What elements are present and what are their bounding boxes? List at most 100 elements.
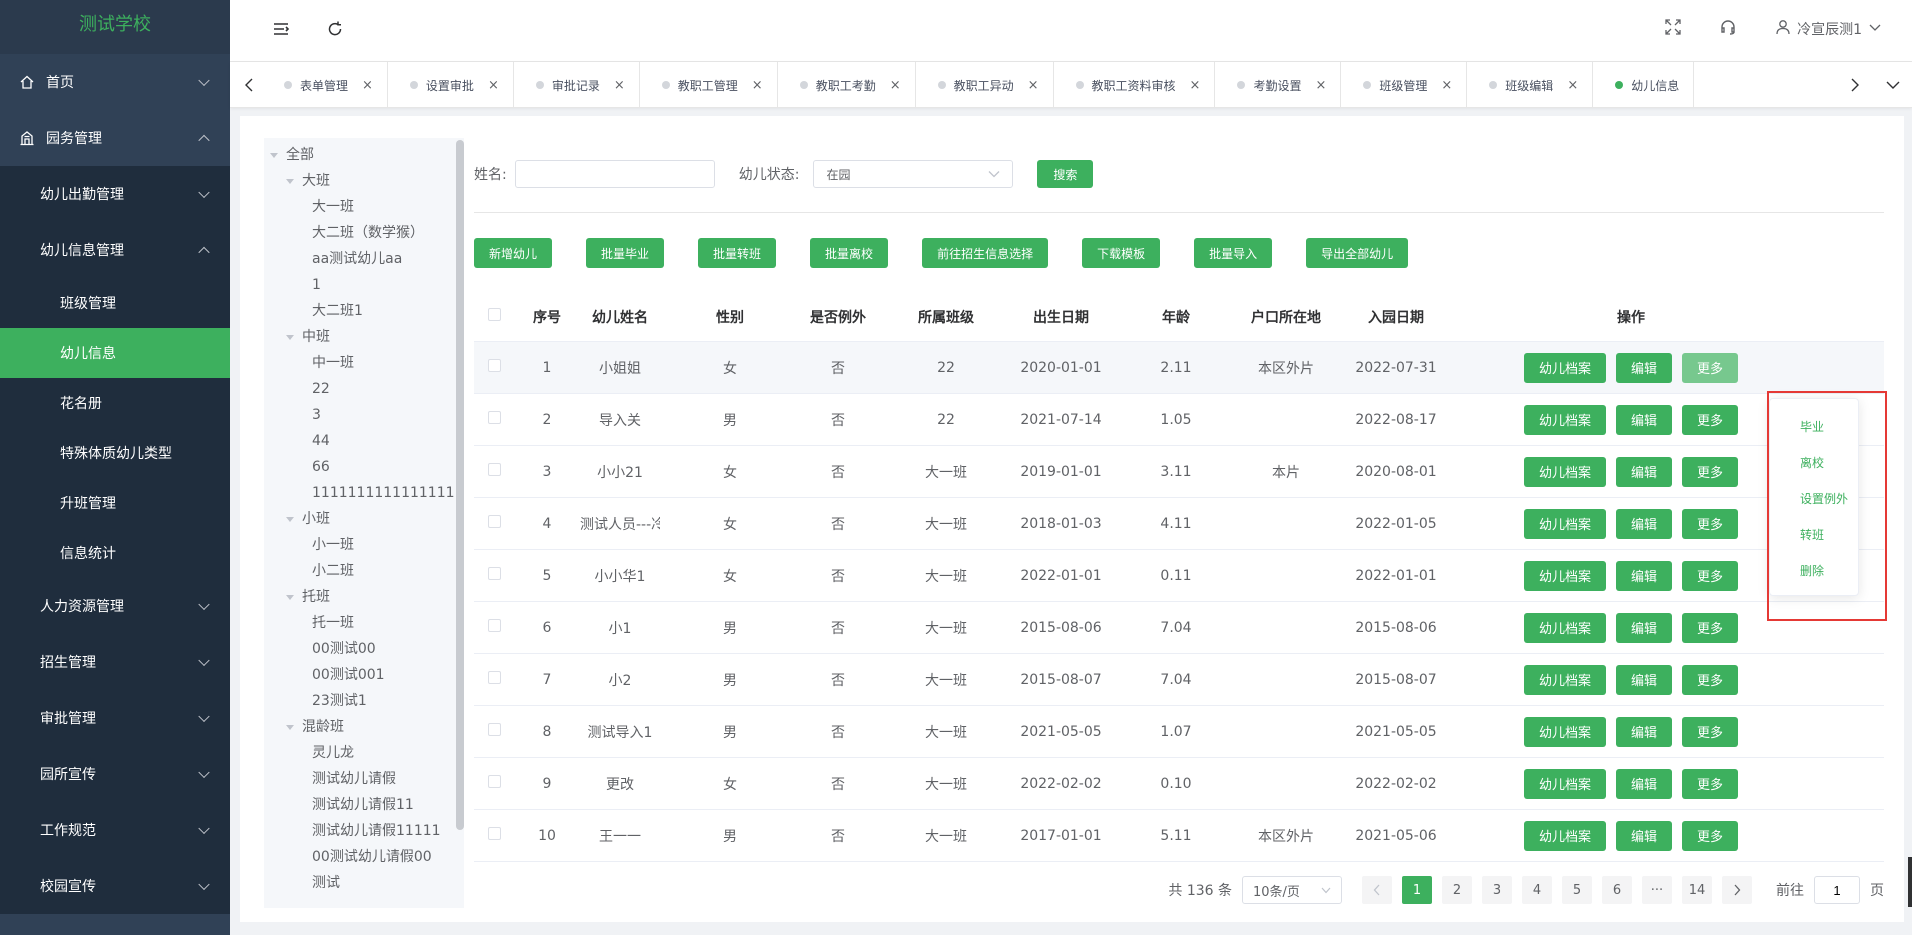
tree-leaf-node[interactable]: 测试 <box>264 870 464 896</box>
tab-7[interactable]: 考勤设置 × <box>1215 62 1342 108</box>
close-icon[interactable]: × <box>1567 78 1578 93</box>
archive-button[interactable]: 幼儿档案 <box>1523 612 1606 643</box>
tree-leaf-node[interactable]: 大一班 <box>264 194 464 220</box>
tab-0[interactable]: 表单管理 × <box>262 62 388 108</box>
row-checkbox[interactable] <box>487 359 501 372</box>
menu-attendance[interactable]: 幼儿出勤管理 <box>0 166 230 222</box>
action-button-6[interactable]: 批量导入 <box>1194 238 1273 268</box>
refresh-icon[interactable] <box>326 20 344 42</box>
tab-10[interactable]: 幼儿信息 <box>1593 62 1695 108</box>
tree-group-node[interactable]: 大班 <box>264 168 464 194</box>
tab-2[interactable]: 审批记录 × <box>514 62 640 108</box>
page-button[interactable]: ··· <box>1642 876 1672 904</box>
tree-leaf-node[interactable]: 托一班 <box>264 610 464 636</box>
page-size-select[interactable]: 10条/页 <box>1242 876 1342 904</box>
menu-hr[interactable]: 人力资源管理 <box>0 578 230 634</box>
tree-leaf-node[interactable]: 44 <box>264 428 464 454</box>
edit-button[interactable]: 编辑 <box>1615 768 1672 799</box>
user-menu[interactable]: 冷宣辰测1 <box>1775 19 1882 39</box>
tree-leaf-node[interactable]: 66 <box>264 454 464 480</box>
chevron-right-icon[interactable] <box>1840 62 1870 108</box>
tree-group-node[interactable]: 小班 <box>264 506 464 532</box>
tree-group-node[interactable]: 托班 <box>264 584 464 610</box>
archive-button[interactable]: 幼儿档案 <box>1523 768 1606 799</box>
page-button[interactable]: 5 <box>1562 876 1592 904</box>
tree-leaf-node[interactable]: 测试幼儿请假 <box>264 766 464 792</box>
archive-button[interactable]: 幼儿档案 <box>1523 404 1606 435</box>
menu-home[interactable]: 首页 <box>0 54 230 110</box>
headset-icon[interactable] <box>1719 18 1737 40</box>
tree-leaf-node[interactable]: 中一班 <box>264 350 464 376</box>
archive-button[interactable]: 幼儿档案 <box>1523 820 1606 851</box>
caret-down-icon[interactable] <box>286 516 294 522</box>
select-all-checkbox[interactable] <box>487 308 501 321</box>
tree-leaf-node[interactable]: 00测试001 <box>264 662 464 688</box>
tree-leaf-node[interactable]: 1 <box>264 272 464 298</box>
more-button[interactable]: 更多 <box>1682 404 1739 435</box>
archive-button[interactable]: 幼儿档案 <box>1523 716 1606 747</box>
row-checkbox[interactable] <box>487 411 501 424</box>
prev-page-button[interactable] <box>1362 876 1392 904</box>
edit-button[interactable]: 编辑 <box>1615 560 1672 591</box>
goto-page-input[interactable] <box>1814 876 1860 904</box>
tab-3[interactable]: 教职工管理 × <box>640 62 778 108</box>
tree-leaf-node[interactable]: 小二班 <box>264 558 464 584</box>
row-checkbox[interactable] <box>487 671 501 684</box>
close-icon[interactable]: × <box>1315 78 1326 93</box>
action-button-0[interactable]: 新增幼儿 <box>474 238 553 268</box>
tree-leaf-node[interactable]: 23测试1 <box>264 688 464 714</box>
edit-button[interactable]: 编辑 <box>1615 508 1672 539</box>
more-button[interactable]: 更多 <box>1682 664 1739 695</box>
tree-leaf-node[interactable]: 大二班1 <box>264 298 464 324</box>
tree-leaf-node[interactable]: 3 <box>264 402 464 428</box>
tree-group-node[interactable]: 全部 <box>264 142 464 168</box>
tree-leaf-node[interactable]: 22 <box>264 376 464 402</box>
tab-4[interactable]: 教职工考勤 × <box>778 62 916 108</box>
archive-button[interactable]: 幼儿档案 <box>1523 560 1606 591</box>
page-button[interactable]: 14 <box>1682 876 1712 904</box>
page-button[interactable]: 3 <box>1482 876 1512 904</box>
menu-work-rules[interactable]: 工作规范 <box>0 802 230 858</box>
archive-button[interactable]: 幼儿档案 <box>1523 664 1606 695</box>
row-checkbox[interactable] <box>487 567 501 580</box>
page-button[interactable]: 4 <box>1522 876 1552 904</box>
edit-button[interactable]: 编辑 <box>1615 716 1672 747</box>
caret-down-icon[interactable] <box>286 724 294 730</box>
menu-class-mgmt[interactable]: 班级管理 <box>0 278 230 328</box>
search-button[interactable]: 搜索 <box>1037 160 1094 188</box>
archive-button[interactable]: 幼儿档案 <box>1523 456 1606 487</box>
caret-down-icon[interactable] <box>286 178 294 184</box>
close-icon[interactable]: × <box>1028 78 1039 93</box>
more-button[interactable]: 更多 <box>1682 456 1739 487</box>
action-button-1[interactable]: 批量毕业 <box>586 238 665 268</box>
menu-promotion[interactable]: 升班管理 <box>0 478 230 528</box>
edit-button[interactable]: 编辑 <box>1615 664 1672 695</box>
tree-leaf-node[interactable]: aa测试幼儿aa <box>264 246 464 272</box>
more-button[interactable]: 更多 <box>1682 508 1739 539</box>
tab-1[interactable]: 设置审批 × <box>388 62 514 108</box>
tree-group-node[interactable]: 混龄班 <box>264 714 464 740</box>
tree-group-node[interactable]: 中班 <box>264 324 464 350</box>
edit-button[interactable]: 编辑 <box>1615 404 1672 435</box>
menu-campus-publicity[interactable]: 校园宣传 <box>0 858 230 914</box>
close-icon[interactable]: × <box>488 78 499 93</box>
tab-6[interactable]: 教职工资料审核 × <box>1054 62 1216 108</box>
row-checkbox[interactable] <box>487 463 501 476</box>
menu-statistics[interactable]: 信息统计 <box>0 528 230 578</box>
close-icon[interactable]: × <box>1190 78 1201 93</box>
row-checkbox[interactable] <box>487 723 501 736</box>
close-icon[interactable]: × <box>890 78 901 93</box>
edit-button[interactable]: 编辑 <box>1615 820 1672 851</box>
menu-garden-affairs[interactable]: 园务管理 <box>0 110 230 166</box>
tree-leaf-node[interactable]: 00测试00 <box>264 636 464 662</box>
menu-garden-publicity[interactable]: 园所宣传 <box>0 746 230 802</box>
edit-button[interactable]: 编辑 <box>1615 352 1672 383</box>
edit-button[interactable]: 编辑 <box>1615 612 1672 643</box>
page-button[interactable]: 1 <box>1402 876 1432 904</box>
action-button-5[interactable]: 下载模板 <box>1082 238 1161 268</box>
caret-down-icon[interactable] <box>286 594 294 600</box>
more-button[interactable]: 更多 <box>1682 716 1739 747</box>
action-button-7[interactable]: 导出全部幼儿 <box>1306 238 1409 268</box>
caret-down-icon[interactable] <box>270 152 278 158</box>
more-button[interactable]: 更多 <box>1682 820 1739 851</box>
